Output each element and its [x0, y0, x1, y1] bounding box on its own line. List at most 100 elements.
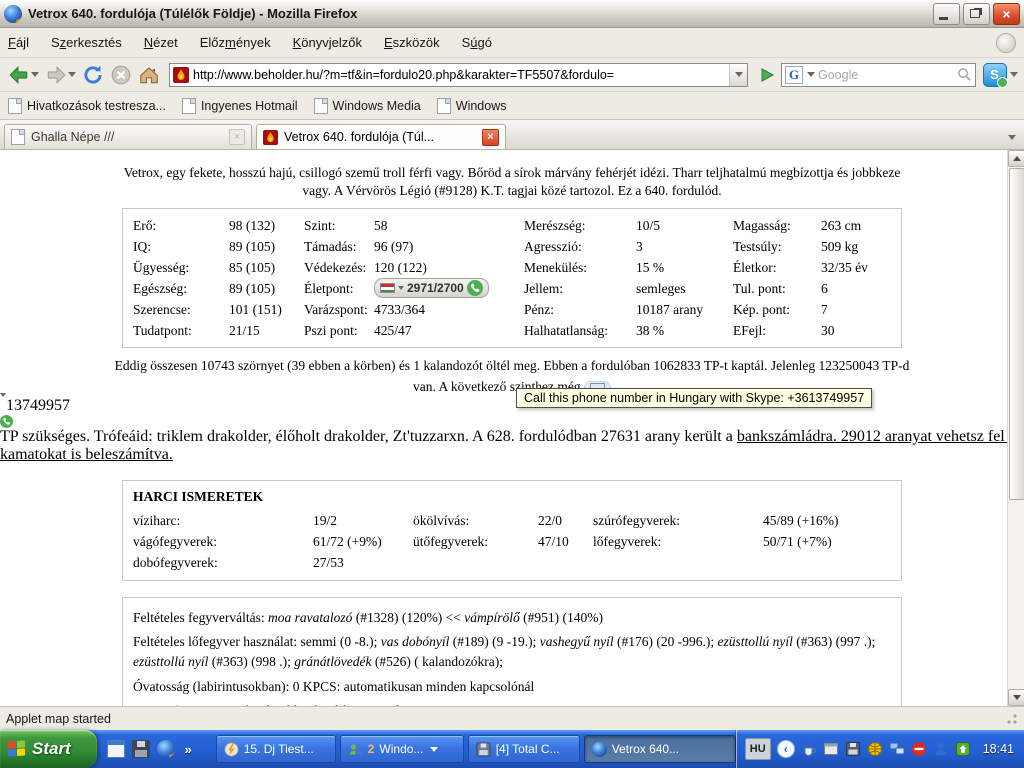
stat-cell: Támadás:	[304, 236, 374, 257]
close-button[interactable]: ×	[993, 3, 1020, 25]
trophy-name: Zt'tuzzarxn	[393, 428, 465, 445]
stat-cell: 263 cm	[821, 215, 871, 236]
stat-cell: Egészség:	[133, 278, 229, 299]
stat-cell: Szerencse:	[133, 299, 229, 320]
go-button[interactable]	[755, 62, 779, 88]
task-total-commander[interactable]: [4] Total C...	[468, 735, 580, 763]
java-icon[interactable]	[801, 741, 817, 757]
firefox-icon	[4, 5, 22, 23]
firefox-icon	[592, 742, 607, 757]
group-dropdown-icon[interactable]	[430, 747, 438, 752]
search-icon[interactable]	[957, 67, 972, 82]
floppy-icon[interactable]	[845, 741, 861, 757]
quick-launch-overflow[interactable]: »	[184, 742, 191, 757]
tab-vetrox-active[interactable]: Vetrox 640. fordulója (Túl... ×	[256, 124, 506, 149]
scrollbar-thumb[interactable]	[1009, 168, 1024, 500]
stat-cell: 96 (97)	[374, 236, 524, 257]
scroll-up-button[interactable]	[1008, 150, 1024, 167]
search-input[interactable]: Google	[818, 68, 954, 82]
floppy-app-icon[interactable]	[132, 740, 150, 758]
reload-button[interactable]	[80, 61, 106, 89]
bookmark-item[interactable]: Windows	[437, 98, 507, 114]
hungarian-flag-icon	[380, 283, 395, 293]
back-dropdown-icon[interactable]	[31, 72, 39, 77]
firefox-icon[interactable]	[157, 740, 175, 758]
reload-icon	[82, 64, 104, 86]
go-icon	[758, 66, 776, 84]
stat-cell: Menekülés:	[524, 257, 636, 278]
show-desktop-icon[interactable]	[107, 740, 125, 758]
tab-list-dropdown[interactable]	[1002, 128, 1020, 146]
menu-tools[interactable]: Eszközök	[384, 35, 440, 50]
skype-phone-widget[interactable]: 2971/2700	[374, 278, 489, 298]
stat-cell: Szint:	[304, 215, 374, 236]
stat-cell: 85 (105)	[229, 257, 304, 278]
stat-cell: 27/53	[313, 553, 413, 574]
phone-icon[interactable]	[0, 415, 13, 428]
stat-cell: vágófegyverek:	[133, 532, 313, 553]
scroll-down-button[interactable]	[1008, 689, 1024, 706]
ranged-weapon-line: Feltételes lőfegyver használat: semmi (0…	[133, 632, 891, 673]
forward-button[interactable]	[43, 61, 78, 89]
chevron-down-icon[interactable]	[398, 286, 404, 290]
language-indicator[interactable]: HU	[745, 738, 771, 760]
status-bar: Applet map started	[0, 706, 1024, 730]
table-row: IQ:89 (105)Támadás:96 (97)Agresszió:3Tes…	[133, 236, 871, 257]
updater-icon[interactable]	[955, 741, 971, 757]
google-logo-icon: G	[785, 66, 803, 84]
tab-close-icon[interactable]: ×	[482, 129, 499, 146]
back-button[interactable]	[6, 61, 41, 89]
no-entry-icon[interactable]	[911, 741, 927, 757]
resize-grip[interactable]	[1006, 713, 1018, 725]
menu-view[interactable]: Nézet	[144, 35, 178, 50]
stat-cell: 4733/364	[374, 299, 524, 320]
skype-toolbar-button[interactable]: S	[982, 62, 1018, 88]
stop-button[interactable]	[108, 61, 134, 89]
search-engine-dropdown-icon[interactable]	[807, 72, 815, 77]
url-dropdown-button[interactable]	[729, 64, 747, 86]
search-box[interactable]: G Google	[781, 63, 976, 87]
table-row: Ügyesség:85 (105)Védekezés:120 (122)Mene…	[133, 257, 871, 278]
globe-icon[interactable]	[867, 741, 883, 757]
task-messenger[interactable]: 2 Windo...	[340, 735, 464, 763]
forward-dropdown-icon[interactable]	[68, 72, 76, 77]
menu-help[interactable]: Súgó	[462, 35, 492, 50]
tab-ghalla-nepe[interactable]: Ghalla Népe /// ×	[4, 124, 252, 149]
url-text[interactable]: http://www.beholder.hu/?m=tf&in=fordulo2…	[193, 68, 729, 82]
vertical-scrollbar[interactable]	[1007, 150, 1024, 706]
skype-dropdown-icon[interactable]	[1010, 72, 1018, 77]
stat-cell: 89 (105)	[229, 278, 304, 299]
stat-cell: Jellem:	[524, 278, 636, 299]
window-icon[interactable]	[823, 741, 839, 757]
start-button[interactable]: Start	[0, 730, 97, 768]
weapon-switch-line: Feltételes fegyverváltás: moa ravatalozó…	[133, 608, 891, 628]
tab-strip: Ghalla Népe /// × Vetrox 640. fordulója …	[0, 120, 1024, 150]
bookmark-item[interactable]: Windows Media	[314, 98, 421, 114]
menu-bookmarks[interactable]: Könyvjelzők	[293, 35, 362, 50]
restore-button[interactable]	[963, 3, 990, 25]
caution-line: Óvatosság (labirintusokban): 0 KPCS: aut…	[133, 677, 891, 697]
task-firefox-active[interactable]: Vetrox 640...	[584, 735, 736, 763]
table-row: Tudatpont:21/15Pszi pont:425/47Halhatatl…	[133, 320, 871, 341]
stat-cell: EFejl:	[733, 320, 821, 341]
stat-cell: IQ:	[133, 236, 229, 257]
user-icon[interactable]	[933, 741, 949, 757]
home-button[interactable]	[136, 61, 162, 89]
menu-file[interactable]: Fájl	[8, 35, 29, 50]
bookmark-item[interactable]: Hivatkozások testresza...	[8, 98, 166, 114]
minimize-button[interactable]	[933, 3, 960, 25]
stat-cell: 6	[821, 278, 871, 299]
tray-chevron-icon[interactable]: ‹	[777, 740, 795, 758]
network-icon[interactable]	[889, 741, 905, 757]
status-text: Applet map started	[6, 712, 111, 726]
tab-close-icon[interactable]: ×	[229, 129, 245, 145]
task-winamp[interactable]: 15. Dj Tiest...	[216, 735, 336, 763]
menu-history[interactable]: Előzmények	[200, 35, 271, 50]
menu-edit[interactable]: Szerkesztés	[51, 35, 122, 50]
phone-icon[interactable]	[467, 280, 483, 296]
stat-cell: 89 (105)	[229, 236, 304, 257]
bookmark-item[interactable]: Ingyenes Hotmail	[182, 98, 298, 114]
unread-badge: 2	[368, 742, 375, 756]
stat-cell: ütőfegyverek:	[413, 532, 538, 553]
address-bar[interactable]: http://www.beholder.hu/?m=tf&in=fordulo2…	[169, 63, 748, 87]
